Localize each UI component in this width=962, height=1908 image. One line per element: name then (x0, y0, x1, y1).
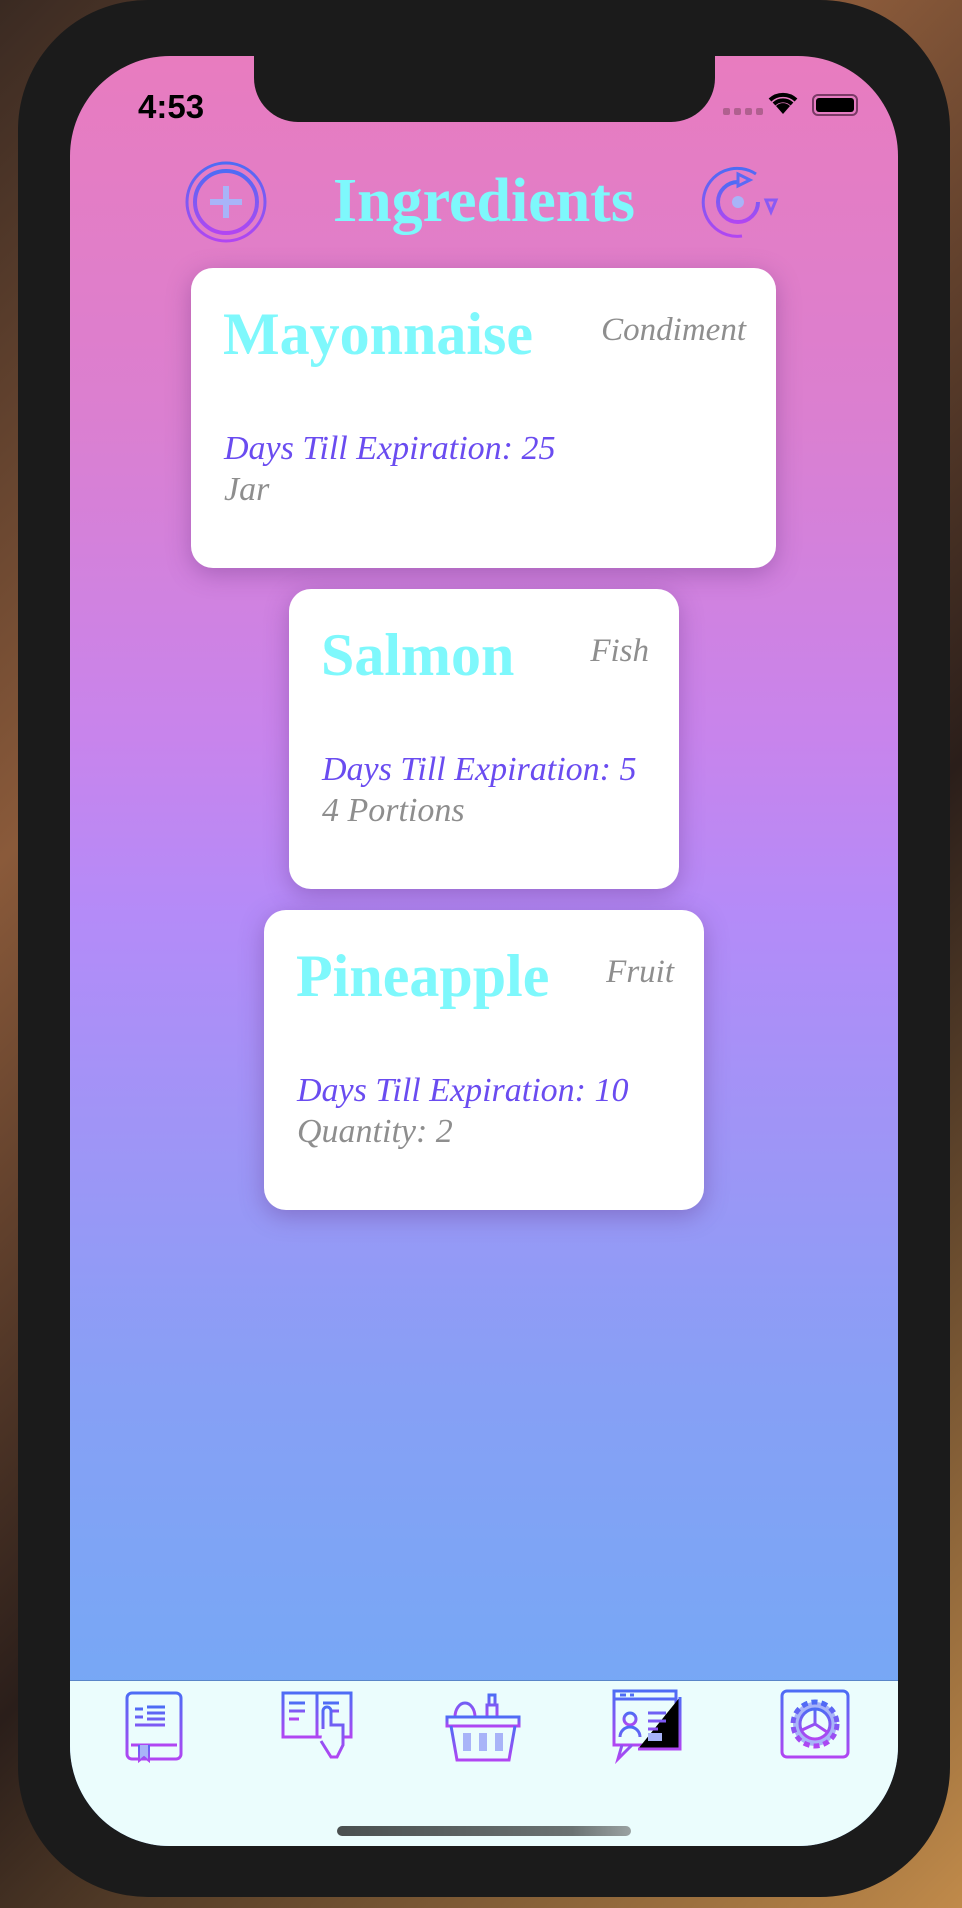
status-time: 4:53 (138, 88, 205, 125)
tab-cookbook[interactable] (279, 1685, 359, 1765)
expiration-days: Days Till Expiration: 25 (224, 430, 556, 467)
ingredient-category: Condiment (601, 312, 746, 348)
ingredient-category: Fish (590, 633, 649, 669)
expiration-days: Days Till Expiration: 5 (322, 751, 637, 788)
ingredient-quantity: Quantity: 2 (297, 1113, 453, 1150)
refresh-button[interactable] (696, 160, 780, 244)
wifi-icon (768, 92, 798, 114)
ingredient-card[interactable]: Mayonnaise Condiment Days Till Expiratio… (191, 268, 776, 568)
cellular-signal-icon (723, 108, 763, 115)
home-indicator[interactable] (337, 1826, 631, 1836)
tab-recipe-book[interactable] (113, 1685, 193, 1765)
notch (254, 56, 715, 122)
ingredient-card[interactable]: Salmon Fish Days Till Expiration: 5 4 Po… (289, 589, 679, 889)
ingredient-name: Mayonnaise (223, 301, 534, 367)
ingredient-category: Fruit (606, 954, 674, 990)
ingredient-quantity: Jar (224, 471, 270, 508)
ingredient-name: Pineapple (296, 943, 550, 1009)
ingredient-quantity: 4 Portions (322, 792, 465, 829)
expiration-days: Days Till Expiration: 10 (297, 1072, 629, 1109)
tab-settings[interactable] (774, 1685, 854, 1765)
screen: 4:53 Ingredients Mayonnaise Condiment Da… (70, 56, 898, 1846)
battery-icon (812, 94, 858, 116)
tab-profile[interactable] (608, 1685, 688, 1765)
tab-bar (70, 1680, 898, 1846)
tab-grocery-basket[interactable] (443, 1685, 523, 1765)
ingredient-name: Salmon (321, 622, 515, 688)
ingredient-card[interactable]: Pineapple Fruit Days Till Expiration: 10… (264, 910, 704, 1210)
